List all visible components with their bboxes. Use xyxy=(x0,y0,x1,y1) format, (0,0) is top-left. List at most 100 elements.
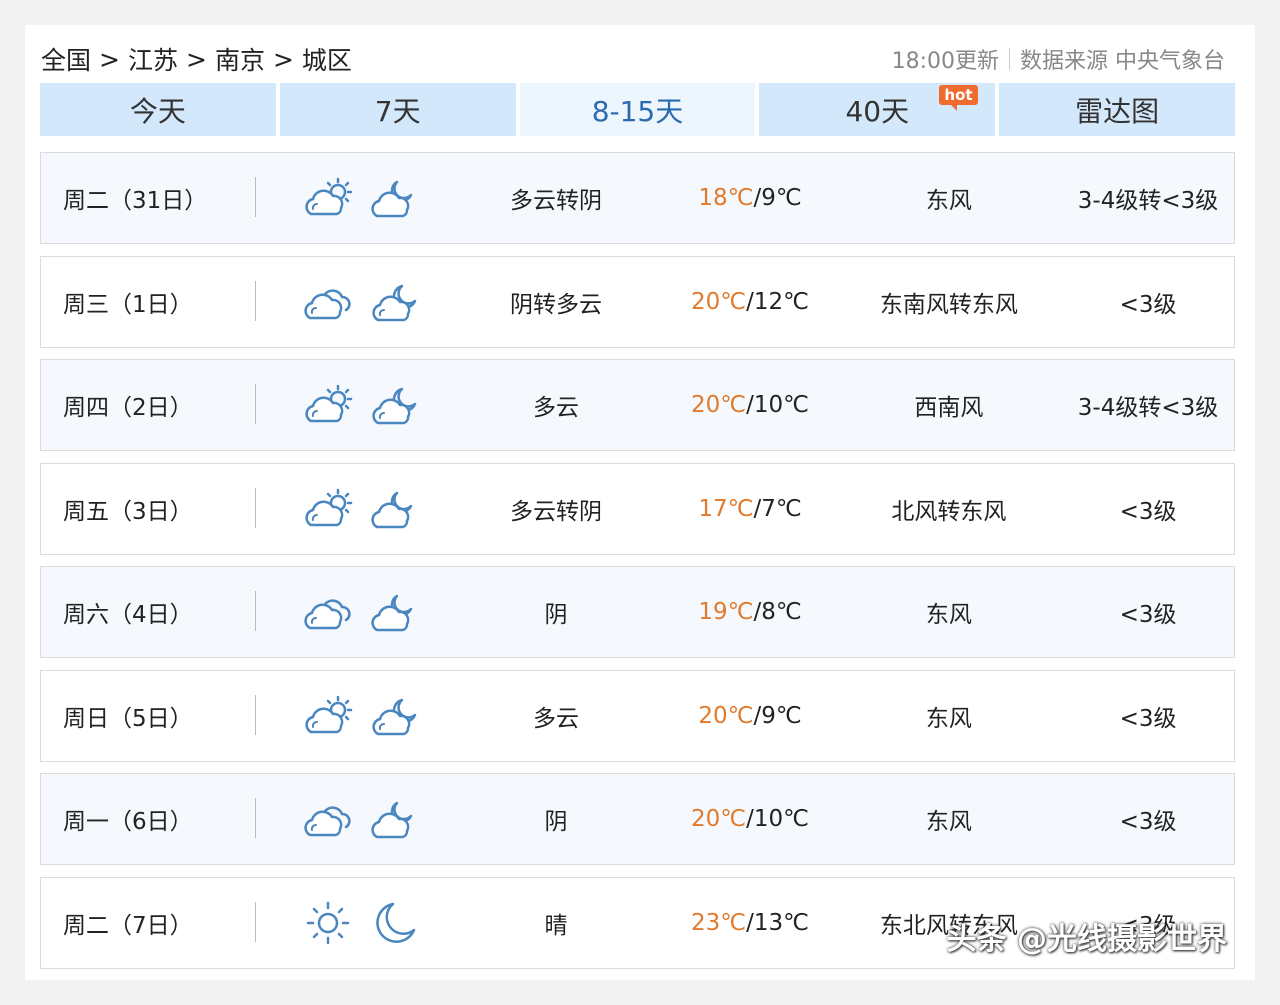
low-temp: 13℃ xyxy=(753,909,809,936)
cloud-sun-icon xyxy=(301,487,355,531)
low-temp: 7℃ xyxy=(761,495,802,522)
watermark: 头条 @光线摄影世界 xyxy=(946,922,1227,957)
weather-icons xyxy=(256,487,458,531)
weather-description: 多云 xyxy=(532,395,579,421)
cloud-moon-icon xyxy=(369,487,423,531)
wind-level: <3级 xyxy=(1119,602,1177,628)
temperature-range: 23℃/13℃ xyxy=(654,910,846,936)
weather-icons xyxy=(256,694,458,738)
wind-direction: 东风 xyxy=(925,602,972,628)
forecast-tabs: 今天 7天 8-15天 40天 hot 雷达图 xyxy=(40,83,1235,136)
high-temp: 20℃ xyxy=(691,392,747,418)
forecast-card: 全国 > 江苏 > 南京 > 城区 18:00更新 数据来源 中央气象台 今天 … xyxy=(25,25,1255,980)
breadcrumb-item-province[interactable]: 江苏 xyxy=(128,41,178,77)
cloudy-icon xyxy=(301,280,355,324)
weather-description: 多云 xyxy=(532,705,579,732)
wind-level: <3级 xyxy=(1119,498,1177,525)
cloud-sun-icon xyxy=(301,694,355,738)
wind-direction: 东风 xyxy=(925,188,972,214)
forecast-date: 周六（4日） xyxy=(41,591,256,631)
forecast-date: 周四（2日） xyxy=(41,384,256,424)
wind-direction: 东风 xyxy=(925,705,972,732)
tab-40-days[interactable]: 40天 hot xyxy=(759,83,996,136)
forecast-row: 周二（31日） 多云转阴 18℃/9℃ 东风 3-4级转<3级 xyxy=(40,152,1235,244)
forecast-date: 周一（6日） xyxy=(41,798,256,838)
temperature-range: 18℃/9℃ xyxy=(654,185,846,211)
cloud-moon-icon xyxy=(369,590,423,634)
high-temp: 18℃ xyxy=(698,185,754,211)
hot-badge: hot xyxy=(939,85,978,111)
temp-separator: / xyxy=(746,909,754,936)
cloudy-icon xyxy=(301,590,355,634)
cloudy-icon xyxy=(301,797,355,841)
breadcrumb: 全国 > 江苏 > 南京 > 城区 xyxy=(41,41,352,77)
temperature-range: 20℃/12℃ xyxy=(654,289,846,315)
weather-description: 晴 xyxy=(544,912,568,939)
forecast-date: 周二（31日） xyxy=(41,177,256,217)
temperature-range: 20℃/9℃ xyxy=(654,703,846,729)
tab-label: 雷达图 xyxy=(1075,94,1160,128)
breadcrumb-item-city[interactable]: 南京 xyxy=(215,41,265,77)
tab-7-days[interactable]: 7天 xyxy=(279,83,516,136)
moon-icon xyxy=(369,899,419,947)
forecast-row: 周日（5日） 多云 20℃/9℃ 东风 <3级 xyxy=(40,669,1235,762)
weather-icons xyxy=(256,176,458,220)
cloud-moon-icon xyxy=(369,797,423,841)
weather-description: 多云转阴 xyxy=(509,188,602,214)
tab-label: 40天 xyxy=(845,94,910,128)
update-info: 18:00更新 数据来源 中央气象台 xyxy=(892,43,1225,75)
forecast-row: 周一（6日） 阴 20℃/10℃ 东风 <3级 xyxy=(40,773,1235,865)
temp-separator: / xyxy=(746,288,754,315)
sun-icon xyxy=(301,899,355,947)
forecast-list: 周二（31日） 多云转阴 18℃/9℃ 东风 3-4级转<3级 周三（1日） 阴… xyxy=(40,152,1235,980)
wind-level: <3级 xyxy=(1119,291,1177,318)
tab-today[interactable]: 今天 xyxy=(40,83,276,136)
tab-label: 8-15天 xyxy=(591,94,684,128)
breadcrumb-item-district: 城区 xyxy=(301,46,352,75)
moon-cloud-icon xyxy=(369,280,423,324)
forecast-row: 周三（1日） 阴转多云 20℃/12℃ 东南风转东风 <3级 xyxy=(40,255,1235,348)
temperature-range: 20℃/10℃ xyxy=(654,806,846,832)
breadcrumb-separator: > xyxy=(185,44,207,74)
weather-description: 阴 xyxy=(544,809,568,835)
update-time: 18:00更新 xyxy=(891,49,999,74)
high-temp: 20℃ xyxy=(698,702,754,729)
forecast-date: 周二（7日） xyxy=(41,901,256,942)
low-temp: 10℃ xyxy=(753,806,809,832)
tab-label: 今天 xyxy=(129,94,186,128)
high-temp: 23℃ xyxy=(691,909,747,936)
wind-direction: 东风 xyxy=(925,809,972,835)
breadcrumb-separator: > xyxy=(99,44,120,74)
forecast-row: 周六（4日） 阴 19℃/8℃ 东风 <3级 xyxy=(40,566,1235,658)
top-bar: 全国 > 江苏 > 南京 > 城区 18:00更新 数据来源 中央气象台 xyxy=(41,39,1225,79)
breadcrumb-item-country[interactable]: 全国 xyxy=(41,41,91,77)
high-temp: 20℃ xyxy=(691,288,747,315)
high-temp: 19℃ xyxy=(698,599,754,625)
weather-icons xyxy=(256,383,458,427)
high-temp: 20℃ xyxy=(691,806,747,832)
temperature-range: 20℃/10℃ xyxy=(654,392,846,418)
temperature-range: 19℃/8℃ xyxy=(654,599,846,625)
wind-direction: 东南风转东风 xyxy=(879,291,1018,318)
weather-icons xyxy=(256,899,458,947)
cloud-sun-icon xyxy=(301,383,355,427)
wind-level: <3级 xyxy=(1119,809,1177,835)
forecast-row: 周五（3日） 多云转阴 17℃/7℃ 北风转东风 <3级 xyxy=(40,462,1235,555)
weather-icons xyxy=(256,797,458,841)
moon-cloud-icon xyxy=(369,383,423,427)
forecast-row: 周四（2日） 多云 20℃/10℃ 西南风 3-4级转<3级 xyxy=(40,359,1235,451)
forecast-date: 周日（5日） xyxy=(41,694,256,735)
tab-radar[interactable]: 雷达图 xyxy=(999,83,1235,136)
low-temp: 9℃ xyxy=(761,702,802,729)
temp-separator: / xyxy=(746,392,754,418)
temp-separator: / xyxy=(746,806,754,832)
low-temp: 10℃ xyxy=(753,392,809,418)
weather-description: 阴转多云 xyxy=(509,291,602,318)
tab-8-15-days[interactable]: 8-15天 xyxy=(519,83,756,136)
wind-level: 3-4级转<3级 xyxy=(1077,188,1219,214)
wind-level: 3-4级转<3级 xyxy=(1077,395,1219,421)
breadcrumb-separator: > xyxy=(272,44,294,74)
weather-icons xyxy=(256,590,458,634)
low-temp: 8℃ xyxy=(761,599,802,625)
low-temp: 12℃ xyxy=(753,288,809,315)
